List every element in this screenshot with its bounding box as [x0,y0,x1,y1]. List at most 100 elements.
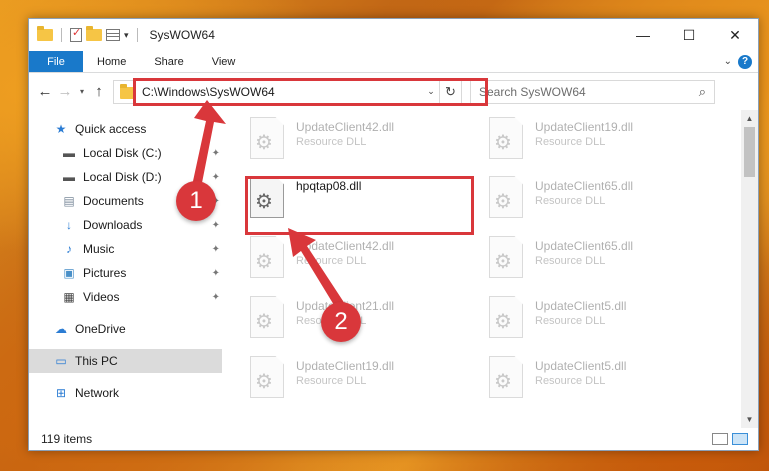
sidebar-item-label: Videos [83,290,120,304]
address-highlight-box [133,78,488,106]
music-icon: ♪ [66,242,72,256]
navigation-pane: ★ Quick access ▬ Local Disk (C:) ✦ ▬ Loc… [29,110,222,428]
file-name: UpdateClient19.dll [296,359,395,373]
recent-locations-dropdown[interactable]: ▾ [75,87,89,96]
sidebar-item-label: OneDrive [75,322,126,336]
dll-file-icon [250,236,284,278]
vertical-scrollbar[interactable]: ▲ ▼ [741,110,758,428]
file-name: UpdateClient65.dll [535,239,634,253]
pin-icon[interactable]: ✦ [212,268,220,279]
search-placeholder: Search SysWOW64 [479,84,586,99]
file-tile[interactable]: UpdateClient65.dll Resource DLL [489,236,719,286]
view-buttons [712,433,758,445]
step-badge-2: 2 [321,302,361,342]
help-icon[interactable]: ? [738,54,752,69]
sidebar-item-videos[interactable]: ▦ Videos ✦ [29,285,222,309]
scroll-up-icon[interactable]: ▲ [741,110,758,127]
file-type: Resource DLL [535,315,606,327]
drive-icon: ▬ [63,170,75,184]
file-type: Resource DLL [535,255,606,267]
toolbar-divider [61,28,62,42]
forward-button[interactable]: → [55,83,75,100]
tab-view[interactable]: View [198,51,250,72]
file-tile[interactable]: UpdateClient65.dll Resource DLL [489,176,719,226]
sidebar-item-label: Music [83,242,115,256]
file-tile[interactable]: UpdateClient42.dll Resource DLL [250,117,480,167]
tab-home[interactable]: Home [83,51,140,72]
maximize-button[interactable]: ☐ [666,19,712,51]
network-icon: ⊞ [55,386,67,400]
properties-check-icon[interactable] [70,26,82,42]
dll-file-icon [489,296,523,338]
pin-icon[interactable]: ✦ [212,292,220,303]
downloads-icon: ↓ [66,218,72,232]
file-name: UpdateClient5.dll [535,359,627,373]
toolbar-divider [136,28,138,42]
tab-share[interactable]: Share [140,51,197,72]
file-type: Resource DLL [535,195,606,207]
videos-icon: ▦ [63,290,75,304]
title-bar: ▾ SysWOW64 — ☐ ✕ [29,19,758,51]
back-button[interactable]: ← [35,83,55,100]
tab-file[interactable]: File [29,51,83,72]
ribbon-tabs: File Home Share View ⌄ ? [29,51,758,73]
dll-file-icon [489,356,523,398]
item-count: 119 items [41,432,93,446]
sidebar-item-label: Local Disk (C:) [83,146,162,160]
step-badge-1: 1 [176,181,216,221]
sidebar-item-pictures[interactable]: ▣ Pictures ✦ [29,261,222,285]
file-tile[interactable]: UpdateClient19.dll Resource DLL [489,117,719,167]
sidebar-item-network[interactable]: ⊞ Network [29,381,222,405]
dll-file-icon [489,176,523,218]
cloud-icon: ☁ [55,322,67,336]
file-tile[interactable]: UpdateClient42.dll Resource DLL [250,236,480,286]
pin-icon[interactable]: ✦ [212,172,220,183]
pin-icon[interactable]: ✦ [212,244,220,255]
dll-file-icon [489,117,523,159]
customize-toolbar-dropdown-icon[interactable]: ▾ [124,30,129,41]
sidebar-item-music[interactable]: ♪ Music ✦ [29,237,222,261]
file-name: UpdateClient42.dll [296,239,395,253]
expand-ribbon-chevron-icon[interactable]: ⌄ [724,56,732,67]
dll-file-icon [250,296,284,338]
sidebar-item-onedrive[interactable]: ☁ OneDrive [29,317,222,341]
scroll-down-icon[interactable]: ▼ [741,411,758,428]
large-icons-view-icon[interactable] [732,433,748,445]
file-tile[interactable]: UpdateClient5.dll Resource DLL [489,296,719,346]
sidebar-item-quick-access[interactable]: ★ Quick access [29,117,222,141]
file-tile[interactable]: UpdateClient21.dll Resource DLL [250,296,480,346]
minimize-button[interactable]: — [620,19,666,51]
dll-file-icon [250,356,284,398]
sidebar-item-label: This PC [75,354,118,368]
file-name: UpdateClient65.dll [535,179,634,193]
sidebar-item-label: Local Disk (D:) [83,170,162,184]
file-name: UpdateClient42.dll [296,120,395,134]
pictures-icon: ▣ [63,266,75,280]
file-type: Resource DLL [296,255,367,267]
sidebar-item-this-pc[interactable]: ▭ This PC [29,349,222,373]
computer-icon: ▭ [55,354,67,368]
file-type: Resource DLL [296,136,367,148]
up-button[interactable]: ↑ [89,83,109,100]
ribbon-right: ⌄ ? [724,51,758,72]
pin-icon[interactable]: ✦ [212,220,220,231]
file-list: UpdateClient42.dll Resource DLL UpdateCl… [222,110,758,428]
sidebar-item-local-disk-c[interactable]: ▬ Local Disk (C:) ✦ [29,141,222,165]
file-tile[interactable]: UpdateClient19.dll Resource DLL [250,356,480,406]
pin-icon[interactable]: ✦ [212,148,220,159]
properties-icon[interactable] [106,29,120,41]
star-icon: ★ [55,122,67,136]
scroll-thumb[interactable] [744,127,755,177]
search-icon[interactable]: ⌕ [699,84,706,100]
details-view-icon[interactable] [712,433,728,445]
new-folder-icon[interactable] [86,26,102,41]
documents-icon: ▤ [63,194,75,208]
close-button[interactable]: ✕ [712,19,758,51]
sidebar-item-label: Pictures [83,266,127,280]
window-controls: — ☐ ✕ [620,19,758,51]
panes: ★ Quick access ▬ Local Disk (C:) ✦ ▬ Loc… [29,110,758,428]
file-tile[interactable]: UpdateClient5.dll Resource DLL [489,356,719,406]
dll-file-icon [489,236,523,278]
search-input[interactable]: Search SysWOW64 ⌕ [470,79,715,104]
sidebar-item-label: Documents [83,194,144,208]
